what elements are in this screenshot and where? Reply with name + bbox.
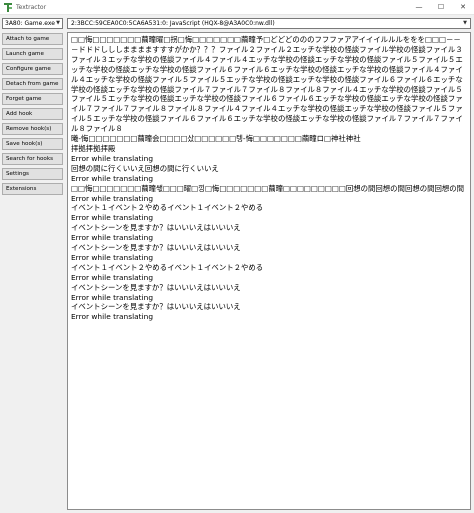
text-thread-dropdown[interactable]: 2:3BCC:59CEA0C0:5CA6A531:0: JavaScript (… (67, 18, 471, 29)
minimize-button[interactable]: — (408, 0, 430, 14)
text-output-line: Error while translating (71, 213, 154, 223)
text-output-line: Error while translating (71, 233, 154, 243)
add-hook-button[interactable]: Add hook (2, 108, 63, 120)
text-output-line: 拝拠拝拠拝殿 (71, 143, 116, 153)
text-output-line: イベントシーンを見ますか？はいいいえはいいいえ (71, 223, 241, 233)
text-output-line: □□悔□□□□□□□繭疃쌗□□□曜□낑□悔□□□□□□□繭疃□□□□□□□□□回… (71, 183, 465, 193)
launch-game-button[interactable]: Launch game (2, 48, 63, 60)
chevron-down-icon: ▼ (463, 20, 467, 26)
text-output-line: イベントシーンを見ますか？はいいいえはいいいえ (71, 282, 241, 292)
save-hooks-button[interactable]: Save hook(s) (2, 138, 63, 150)
text-output-line: Error while translating (71, 312, 154, 322)
attach-to-game-button[interactable]: Attach to game (2, 33, 63, 45)
text-thread-dropdown-value: 2:3BCC:59CEA0C0:5CA6A531:0: JavaScript (… (71, 20, 275, 27)
text-output-line: Error while translating (71, 173, 154, 183)
text-output-line: Error while translating (71, 153, 154, 163)
textractor-logo-icon (4, 2, 12, 12)
maximize-button[interactable]: ☐ (430, 0, 452, 14)
remove-hooks-button[interactable]: Remove hook(s) (2, 123, 63, 135)
process-dropdown[interactable]: 3A80: Game.exe ▼ (2, 18, 63, 29)
text-output-line: イベント１イベント２やめるイベント１イベント２やめる (71, 262, 264, 272)
title-bar: Textractor — ☐ ✕ (0, 0, 474, 15)
forget-game-button[interactable]: Forget game (2, 93, 63, 105)
text-output-line: Error while translating (71, 193, 154, 203)
chevron-down-icon: ▼ (56, 20, 60, 26)
text-output-line: 曦-悔□□□□□□□繭疃会□□□□샀□□□□□□텡-悔□□□□□□□繭疃ロ□神社… (71, 134, 361, 144)
search-for-hooks-button[interactable]: Search for hooks (2, 153, 63, 165)
close-button[interactable]: ✕ (452, 0, 474, 14)
extensions-button[interactable]: Extensions (2, 183, 63, 195)
text-output-line: □□悔□□□□□□□繭疃曜□拐□悔□□□□□□□繭疃予□どどどのののフフファアア… (71, 35, 463, 134)
process-dropdown-value: 3A80: Game.exe (5, 20, 55, 27)
settings-button[interactable]: Settings (2, 168, 63, 180)
window-title: Textractor (16, 3, 47, 11)
text-output-line: イベントシーンを見ますか？はいいいえはいいいえ (71, 302, 241, 312)
text-output-line: Error while translating (71, 292, 154, 302)
text-output-area[interactable]: □□悔□□□□□□□繭疃曜□拐□悔□□□□□□□繭疃予□どどどのののフフファアア… (67, 32, 471, 510)
text-output-line: イベントシーンを見ますか？はいいいえはいいいえ (71, 243, 241, 253)
text-output-line: Error while translating (71, 252, 154, 262)
text-output-line: 回想の間に行くいいえ回想の間に行くいいえ (71, 163, 219, 173)
configure-game-button[interactable]: Configure game (2, 63, 63, 75)
detach-from-game-button[interactable]: Detach from game (2, 78, 63, 90)
text-output-line: Error while translating (71, 272, 154, 282)
text-output-line: イベント１イベント２やめるイベント１イベント２やめる (71, 203, 264, 213)
